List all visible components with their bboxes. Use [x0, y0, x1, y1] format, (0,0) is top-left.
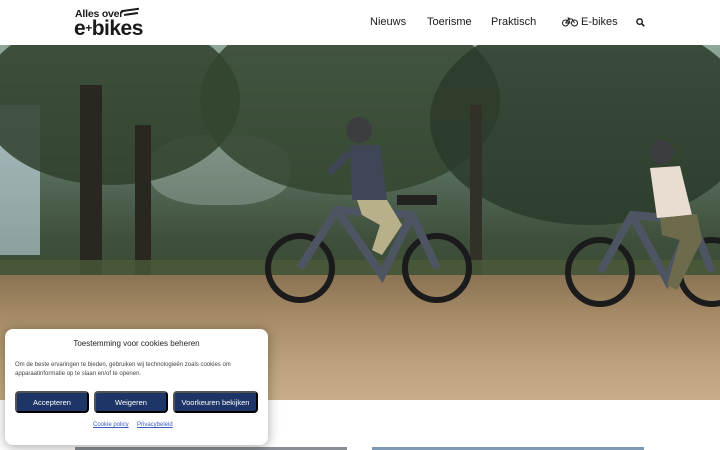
tree-trunk: [80, 85, 102, 285]
logo-bikes: bikes: [91, 17, 144, 40]
cyclist-1: [265, 117, 472, 303]
privacy-policy-link[interactable]: Privacybeleid: [137, 422, 173, 428]
accept-button[interactable]: Accepteren: [15, 391, 89, 413]
nav-item-nieuws[interactable]: Nieuws: [370, 16, 406, 28]
site-header: Alles over e+bikes Nieuws Toerisme Prakt…: [0, 0, 720, 45]
nav-item-toerisme[interactable]: Toerisme: [427, 16, 472, 28]
cookie-consent-dialog: Toestemming voor cookies beheren Om de b…: [5, 329, 268, 445]
cyclist-2: [565, 140, 720, 307]
logo-e: e: [74, 17, 86, 40]
logo-stroke-2: [123, 12, 139, 16]
cookie-dialog-text: Om de beste ervaringen te bieden, gebrui…: [15, 362, 231, 377]
logo-bottom-text: e+bikes: [74, 17, 143, 41]
nav-item-praktisch[interactable]: Praktisch: [491, 16, 536, 28]
search-icon[interactable]: [636, 18, 645, 27]
site-logo[interactable]: Alles over e+bikes: [74, 6, 144, 40]
bicycle-icon: [562, 17, 578, 27]
view-preferences-button[interactable]: Voorkeuren bekijken: [173, 391, 258, 413]
cookie-dialog-title: Toestemming voor cookies beheren: [73, 339, 200, 348]
nav-item-e-bikes[interactable]: E-bikes: [581, 16, 618, 28]
deny-button[interactable]: Weigeren: [94, 391, 168, 413]
cookie-policy-link[interactable]: Cookie policy: [93, 422, 129, 428]
